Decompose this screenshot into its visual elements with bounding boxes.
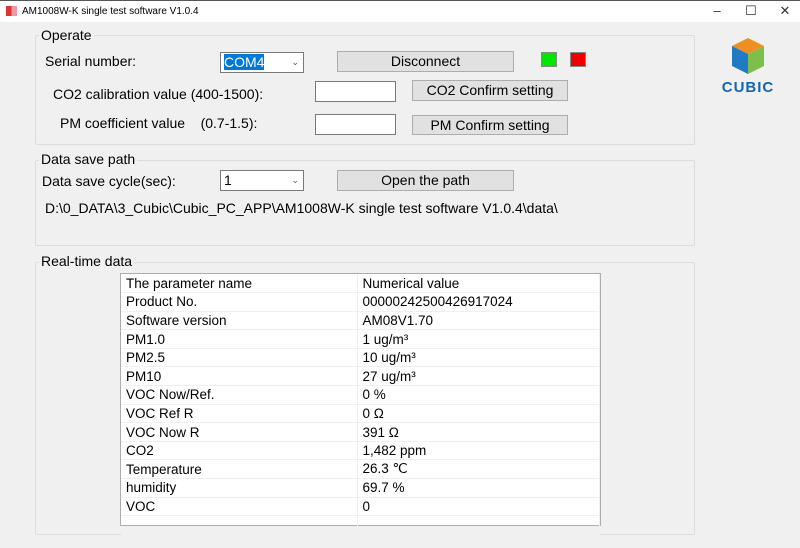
status-indicator-red (570, 52, 586, 67)
column-header-value: Numerical value (357, 274, 600, 294)
chevron-down-icon: ⌄ (291, 175, 299, 185)
column-header-name: The parameter name (121, 274, 358, 294)
pm-confirm-button[interactable]: PM Confirm setting (412, 115, 568, 135)
parameter-name: PM2.5 (121, 348, 358, 368)
open-path-button[interactable]: Open the path (337, 170, 514, 191)
operate-group-title: Operate (39, 27, 94, 43)
table-row: VOC Now R 391 Ω (121, 422, 600, 442)
close-button[interactable]: ✕ (775, 3, 795, 19)
parameter-name: VOC (121, 497, 358, 517)
parameter-value: 391 Ω (357, 422, 600, 442)
table-row: VOC Ref R0 Ω (121, 404, 600, 424)
parameter-value: 26.3 ℃ (357, 459, 600, 480)
serial-port-value: COM4 (224, 54, 265, 70)
parameter-value: 1 ug/m³ (357, 329, 600, 349)
table-row: Temperature 26.3 ℃ (121, 459, 600, 480)
table-row: PM10 27 ug/m³ (121, 366, 600, 387)
serial-port-select[interactable]: COM4 ⌄ (220, 52, 304, 73)
serial-label: Serial number: (45, 53, 137, 69)
parameter-value: 27 ug/m³ (357, 366, 600, 387)
cube-icon (732, 38, 764, 74)
table-row: Software version AM08V1.70 (121, 311, 600, 331)
table-header-row: The parameter name Numerical value (121, 274, 600, 294)
save-cycle-select[interactable]: 1 ⌄ (220, 170, 304, 191)
parameter-name: VOC Ref R (121, 404, 358, 424)
parameter-value: AM08V1.70 (357, 311, 600, 331)
chevron-down-icon: ⌄ (291, 57, 299, 67)
parameter-name: Temperature (121, 459, 358, 480)
maximize-button[interactable]: ☐ (741, 3, 761, 19)
parameter-name: Product No. (121, 292, 358, 312)
table-row: CO2 1,482 ppm (121, 441, 600, 461)
disconnect-button[interactable]: Disconnect (337, 51, 514, 72)
table-row: humidity 69.7 % (121, 478, 600, 498)
save-cycle-value: 1 (224, 172, 232, 188)
cubic-logo: CUBIC (720, 36, 776, 96)
realtime-data-table[interactable]: The parameter name Numerical value Produc… (120, 273, 601, 535)
parameter-name: VOC Now/Ref. (121, 385, 358, 405)
save-cycle-label: Data save cycle(sec): (42, 173, 176, 189)
realtime-group-title: Real-time data (39, 253, 135, 269)
parameter-name: PM1.0 (121, 329, 358, 349)
parameter-name: VOC Now R (121, 422, 358, 442)
table-row: Product No. 00000242500426917024 (121, 292, 600, 312)
co2-confirm-button[interactable]: CO2 Confirm setting (412, 80, 568, 101)
data-save-group-title: Data save path (39, 151, 138, 167)
parameter-name: PM10 (121, 366, 358, 387)
pm-coefficient-label: PM coefficient value (0.7-1.5): (60, 115, 258, 131)
parameter-name: Software version (121, 311, 358, 331)
minimize-button[interactable]: – (707, 3, 727, 18)
parameter-name: humidity (121, 478, 358, 498)
parameter-name: CO2 (121, 441, 358, 461)
app-icon (6, 6, 17, 16)
empty-row (121, 515, 600, 535)
parameter-value: 10 ug/m³ (357, 348, 600, 368)
co2-calibration-label: CO2 calibration value (400-1500): (53, 86, 264, 102)
parameter-value: 00000242500426917024 (357, 292, 600, 312)
table-row: VOC Now/Ref. 0 % (121, 385, 600, 405)
empty-cell (121, 515, 358, 535)
title-bar: AM1008W-K single test software V1.0.4 – … (0, 0, 800, 22)
parameter-value: 1,482 ppm (357, 441, 600, 461)
save-path-text: D:\0_DATA\3_Cubic\Cubic_PC_APP\AM1008W-K… (45, 200, 558, 216)
pm-coefficient-input[interactable] (315, 114, 396, 135)
table-row: PM1.0 1 ug/m³ (121, 329, 600, 349)
status-indicator-green (541, 52, 557, 67)
parameter-value: 0 % (357, 385, 600, 405)
empty-cell (357, 515, 600, 535)
logo-text: CUBIC (721, 79, 775, 96)
window-title: AM1008W-K single test software V1.0.4 (22, 6, 199, 17)
parameter-value: 69.7 % (357, 478, 600, 498)
parameter-value: 0 Ω (357, 404, 600, 424)
parameter-value: 0 (357, 497, 600, 517)
table-row: VOC 0 (121, 497, 600, 517)
co2-calibration-input[interactable] (315, 81, 396, 102)
table-row: PM2.5 10 ug/m³ (121, 348, 600, 368)
